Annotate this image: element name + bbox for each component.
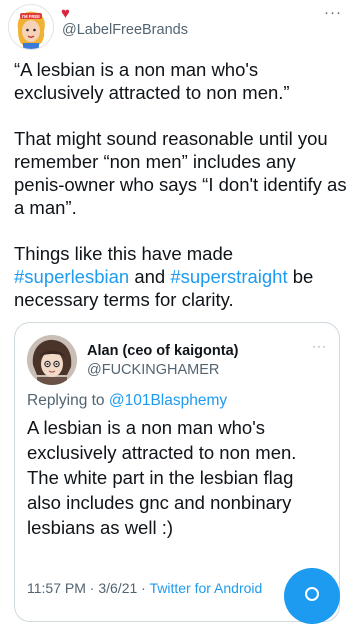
replying-to-label: Replying to xyxy=(27,392,109,409)
quoted-more-options-icon[interactable]: ··· xyxy=(312,339,327,353)
anime-avatar-icon xyxy=(27,335,77,385)
hashtag-superlesbian[interactable]: #superlesbian xyxy=(14,266,129,287)
replying-to-line: Replying to @101Blasphemy xyxy=(27,392,227,410)
compose-button[interactable] xyxy=(284,568,340,624)
tweet-paragraph-2: That might sound reasonable until you re… xyxy=(14,128,347,218)
quoted-tweet-meta: 11:57 PM · 3/6/21 · Twitter for Android xyxy=(27,580,262,596)
tweet-time[interactable]: 11:57 PM xyxy=(27,580,86,596)
compose-icon xyxy=(305,587,319,601)
avatar-badge-text: I'M FREE xyxy=(22,14,40,19)
cartoon-woman-avatar-icon: I'M FREE xyxy=(9,5,53,49)
meta-separator: · xyxy=(141,580,146,596)
quoted-author-name[interactable]: Alan (ceo of kaigonta) xyxy=(87,343,238,359)
quoted-author-avatar[interactable] xyxy=(27,335,77,385)
author-avatar[interactable]: I'M FREE xyxy=(8,4,54,50)
more-options-icon[interactable]: ··· xyxy=(324,4,342,21)
tweet-text-segment: Things like this have made xyxy=(14,243,234,264)
tweet-paragraph-3: Things like this have made #superlesbian… xyxy=(14,242,348,311)
heart-icon: ♥ xyxy=(61,5,70,22)
tweet-date[interactable]: 3/6/21 xyxy=(98,580,137,596)
reply-mention-link[interactable]: @101Blasphemy xyxy=(109,392,227,409)
quoted-tweet-text: A lesbian is a non man who's exclusively… xyxy=(27,417,297,538)
tweet-client-link[interactable]: Twitter for Android xyxy=(149,580,262,596)
tweet-text-segment: and xyxy=(129,266,171,287)
hashtag-superstraight[interactable]: #superstraight xyxy=(170,266,287,287)
tweet-header: I'M FREE ♥ @LabelFreeBrands ··· xyxy=(0,0,354,60)
tweet-paragraph-1: “A lesbian is a non man who's exclusivel… xyxy=(14,59,290,103)
tweet-body: “A lesbian is a non man who's exclusivel… xyxy=(14,58,348,311)
quoted-author-handle[interactable]: @FUCKINGHAMER xyxy=(87,362,219,378)
author-handle[interactable]: @LabelFreeBrands xyxy=(62,22,188,38)
meta-separator: · xyxy=(89,580,95,596)
